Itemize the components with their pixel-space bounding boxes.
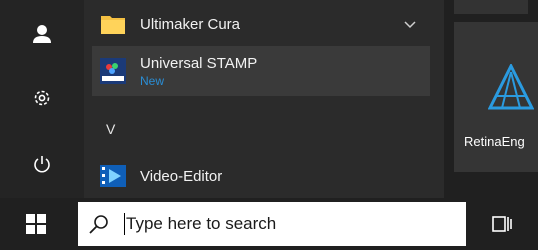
app-list-item-ultimaker-cura[interactable]: Ultimaker Cura [92, 8, 430, 40]
chevron-down-icon[interactable] [402, 16, 418, 32]
app-name: Ultimaker Cura [140, 15, 241, 33]
app-list-item-video-editor[interactable]: Video-Editor [92, 158, 430, 194]
power-icon [34, 156, 50, 173]
tiles-area: RetinaEng [444, 0, 538, 198]
search-icon [89, 215, 108, 234]
windows-icon [26, 214, 46, 234]
retina-engine-icon [488, 64, 534, 110]
app-list: Ultimaker Cura Universal STAMP New V Vid… [84, 0, 528, 198]
tile-partial[interactable] [454, 0, 528, 14]
app-name: Video-Editor [140, 167, 223, 185]
settings-icon [34, 90, 50, 106]
alphabet-header-v[interactable]: V [92, 114, 430, 144]
start-menu-screen: Ultimaker Cura Universal STAMP New V Vid… [0, 0, 538, 250]
start-button[interactable] [20, 208, 52, 240]
tile-retina-engine[interactable]: RetinaEng [454, 22, 538, 172]
user-icon [33, 25, 51, 43]
new-badge: New [140, 73, 165, 88]
folder-icon [101, 16, 125, 34]
settings-button[interactable] [22, 78, 62, 118]
user-account-button[interactable] [22, 14, 62, 54]
app-list-item-universal-stamp[interactable]: Universal STAMP New [92, 46, 430, 96]
stamp-icon [100, 58, 126, 84]
power-button[interactable] [22, 144, 62, 184]
taskbar [0, 198, 538, 250]
search-input[interactable] [126, 214, 426, 234]
taskbar-search-box[interactable] [78, 202, 466, 246]
tile-label: RetinaEng [464, 134, 525, 149]
task-view-button[interactable] [488, 210, 516, 238]
text-caret [124, 213, 125, 235]
start-menu-rail [0, 0, 84, 198]
app-name: Universal STAMP [140, 54, 258, 72]
letter-label: V [106, 121, 116, 137]
video-editor-icon [100, 165, 126, 187]
task-view-icon [492, 216, 512, 232]
